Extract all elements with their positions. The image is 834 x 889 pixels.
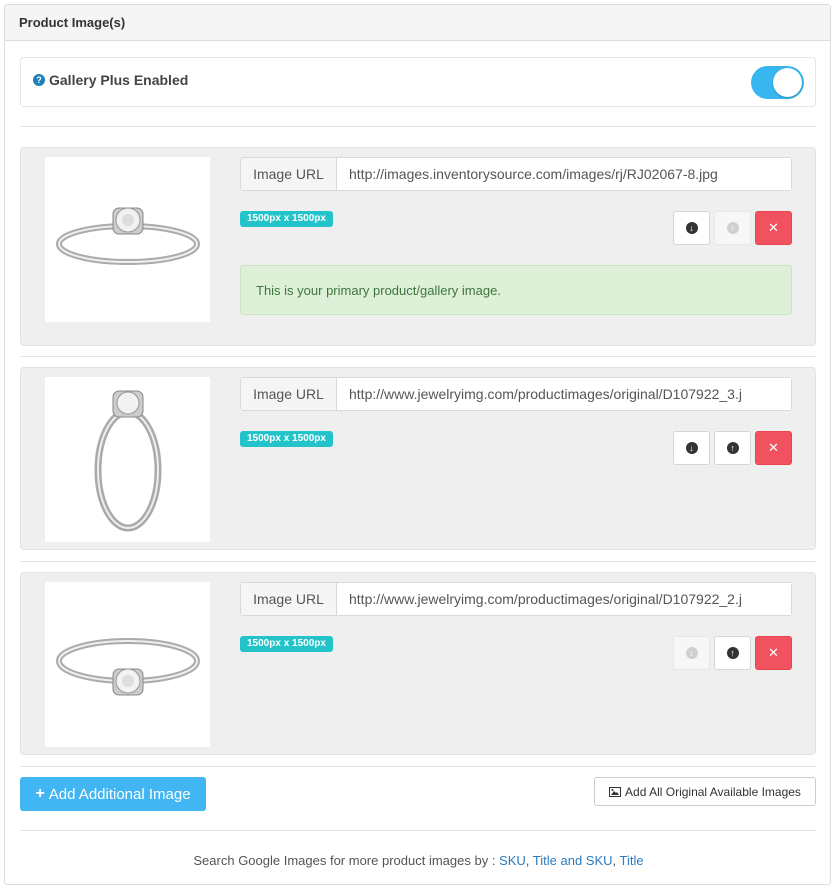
image-row-3: Image URL http://www.jewelryimg.com/prod… [20,572,816,755]
search-title-sku-link[interactable]: Title and SKU [533,853,613,868]
gallery-plus-box: ? Gallery Plus Enabled [20,57,816,107]
panel-title: Product Image(s) [5,5,830,41]
divider [20,356,816,357]
image-url-label: Image URL [241,378,337,410]
close-icon: ✕ [768,440,779,455]
question-circle-icon[interactable]: ? [33,74,45,86]
primary-image-alert: This is your primary product/gallery ima… [240,265,792,315]
image-row-1: Image URL http://images.inventorysource.… [20,147,816,346]
product-thumbnail-3 [45,582,210,747]
image-url-group-1: Image URL http://images.inventorysource.… [240,157,792,191]
move-up-button[interactable]: ↑ [714,431,751,465]
row-actions-2: ↓ ↑ ✕ [673,431,792,465]
move-down-button[interactable]: ↓ [673,431,710,465]
add-all-label: Add All Original Available Images [625,784,801,799]
divider [20,766,816,767]
search-title-link[interactable]: Title [620,853,644,868]
arrow-up-circle-icon: ↑ [726,647,739,659]
image-url-input-1[interactable]: http://images.inventorysource.com/images… [337,158,791,190]
image-row-2: Image URL http://www.jewelryimg.com/prod… [20,367,816,550]
image-url-group-2: Image URL http://www.jewelryimg.com/prod… [240,377,792,411]
ring-image [94,390,161,531]
move-down-button[interactable]: ↓ [673,211,710,245]
image-url-input-3[interactable]: http://www.jewelryimg.com/productimages/… [337,583,791,615]
arrow-down-circle-icon: ↓ [685,222,698,234]
gallery-plus-label: Gallery Plus Enabled [49,72,189,88]
toggle-knob [773,68,802,97]
gallery-plus-label-wrap: ? Gallery Plus Enabled [33,72,188,88]
delete-button[interactable]: ✕ [755,636,792,670]
add-all-original-images-button[interactable]: Add All Original Available Images [594,777,816,806]
move-up-button[interactable]: ↑ [714,211,751,245]
delete-button[interactable]: ✕ [755,211,792,245]
close-icon: ✕ [768,220,779,235]
product-thumbnail-1 [45,157,210,322]
plus-icon: + [35,785,45,802]
footer-prefix: Search Google Images for more product im… [193,853,496,868]
move-up-button[interactable]: ↑ [714,636,751,670]
gallery-plus-toggle[interactable] [751,66,804,99]
product-thumbnail-2 [45,377,210,542]
image-url-group-3: Image URL http://www.jewelryimg.com/prod… [240,582,792,616]
size-badge: 1500px x 1500px [240,431,333,447]
picture-icon [609,786,622,797]
arrow-up-circle-icon: ↑ [726,442,739,454]
image-url-input-2[interactable]: http://www.jewelryimg.com/productimages/… [337,378,791,410]
image-url-label: Image URL [241,583,337,615]
image-url-label: Image URL [241,158,337,190]
arrow-down-circle-icon: ↓ [685,442,698,454]
delete-button[interactable]: ✕ [755,431,792,465]
size-badge: 1500px x 1500px [240,211,333,227]
row-actions-1: ↓ ↑ ✕ [673,211,792,245]
product-images-panel: Product Image(s) ? Gallery Plus Enabled … [4,4,831,885]
close-icon: ✕ [768,645,779,660]
ring-image [55,637,200,695]
arrow-up-circle-icon: ↑ [726,222,739,234]
divider [20,561,816,562]
ring-image [55,207,200,265]
add-additional-image-button[interactable]: + Add Additional Image [20,777,206,811]
arrow-down-circle-icon: ↓ [685,647,698,659]
add-image-label: Add Additional Image [48,785,191,803]
search-sku-link[interactable]: SKU [499,853,526,868]
row-actions-3: ↓ ↑ ✕ [673,636,792,670]
google-images-search-text: Search Google Images for more product im… [193,853,644,868]
move-down-button[interactable]: ↓ [673,636,710,670]
divider [20,126,816,127]
divider [20,830,816,831]
size-badge: 1500px x 1500px [240,636,333,652]
